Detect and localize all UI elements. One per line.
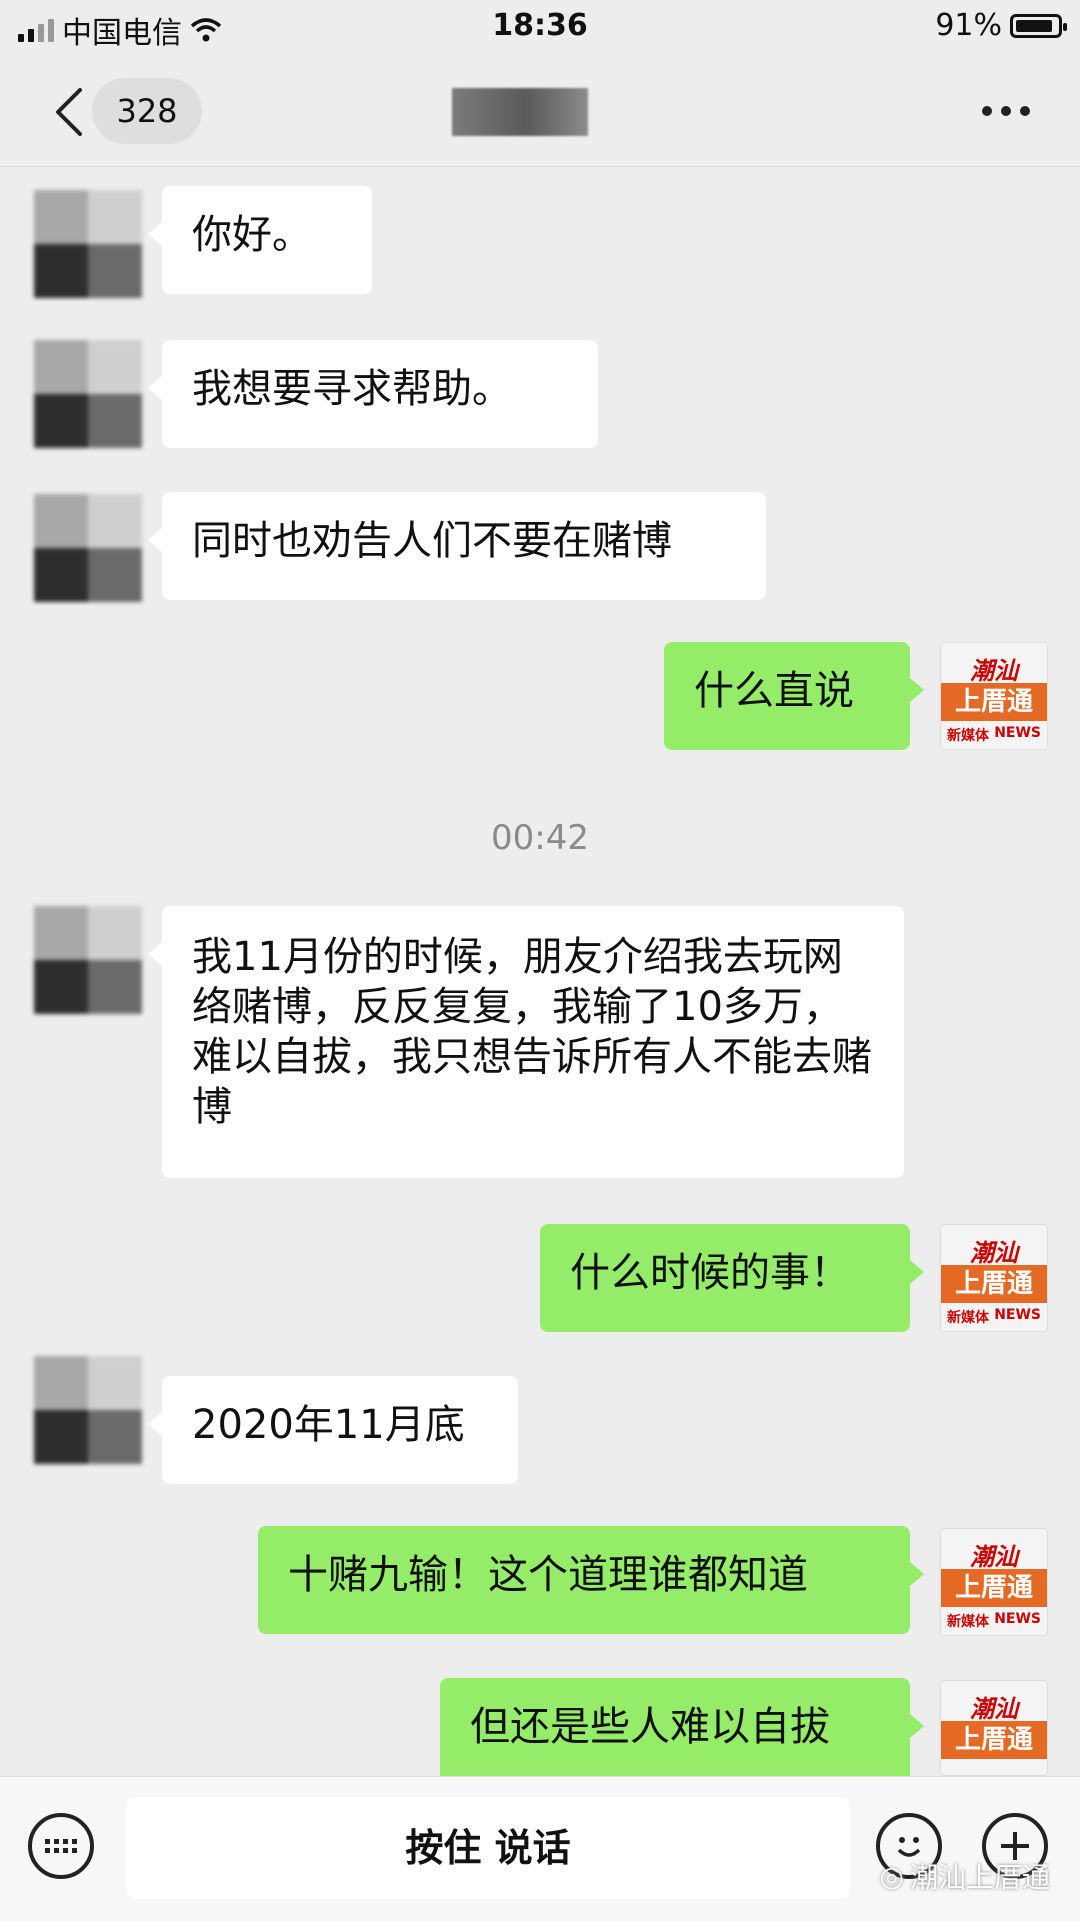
message-bubble-incoming: 2020年11月底 <box>148 1376 518 1484</box>
back-chevron-icon[interactable] <box>48 84 88 140</box>
status-bar: 中国电信 18:36 91% <box>0 0 1080 54</box>
self-avatar-logo[interactable]: 潮汕 上厝通 新媒体 NEWS <box>940 1528 1048 1636</box>
logo-bottom-right: NEWS <box>994 1611 1041 1627</box>
input-bar: 按住 说话 <box>0 1776 1080 1921</box>
logo-middle-text: 上厝通 <box>941 683 1047 721</box>
chat-title-redacted <box>452 88 588 136</box>
battery-percent: 91% <box>935 8 1002 43</box>
self-avatar-logo[interactable]: 潮汕 上厝通 新媒体 NEWS <box>940 1224 1048 1332</box>
logo-top-text: 潮汕 <box>970 1542 1018 1571</box>
message-bubble-outgoing: 但还是些人难以自拔 <box>440 1678 924 1776</box>
logo-middle-text: 上厝通 <box>941 1569 1047 1607</box>
logo-bottom-left: 新媒体 <box>947 1310 989 1326</box>
contact-avatar[interactable] <box>34 494 142 602</box>
contact-avatar[interactable] <box>34 906 142 1014</box>
message-bubble-incoming: 我11月份的时候，朋友介绍我去玩网络赌博，反反复复，我输了10多万，难以自拔，我… <box>148 906 904 1178</box>
logo-middle-text: 上厝通 <box>941 1721 1047 1759</box>
message-timestamp: 00:42 <box>491 818 589 858</box>
chat-header: 328 <box>0 60 1080 167</box>
contact-avatar[interactable] <box>34 340 142 448</box>
logo-bottom-left: 新媒体 <box>947 1614 989 1630</box>
more-options-icon[interactable] <box>982 106 1030 116</box>
message-bubble-outgoing: 什么时候的事！ <box>540 1224 924 1332</box>
watermark: ◎ 潮汕上厝通 <box>880 1856 1050 1896</box>
logo-top-text: 潮汕 <box>970 1694 1018 1723</box>
logo-middle-text: 上厝通 <box>941 1265 1047 1303</box>
contact-avatar[interactable] <box>34 1356 142 1464</box>
hold-to-talk-button[interactable]: 按住 说话 <box>126 1797 850 1899</box>
self-avatar-logo[interactable]: 潮汕 上厝通 <box>940 1680 1048 1776</box>
message-bubble-incoming: 你好。 <box>148 186 372 294</box>
status-right: 91% <box>935 8 1067 43</box>
battery-icon <box>1010 13 1067 38</box>
keyboard-icon[interactable] <box>28 1813 94 1879</box>
logo-bottom-right: NEWS <box>994 725 1041 741</box>
unread-count-badge[interactable]: 328 <box>92 78 202 144</box>
wechat-icon: ◎ <box>879 1859 904 1893</box>
message-bubble-outgoing: 十赌九输！这个道理谁都知道 <box>258 1526 924 1634</box>
logo-bottom-right: NEWS <box>994 1307 1041 1323</box>
status-time: 18:36 <box>492 8 588 43</box>
self-avatar-logo[interactable]: 潮汕 上厝通 新媒体 NEWS <box>940 642 1048 750</box>
logo-top-text: 潮汕 <box>970 656 1018 685</box>
message-bubble-incoming: 同时也劝告人们不要在赌博 <box>148 492 766 600</box>
message-bubble-outgoing: 什么直说 <box>664 642 924 750</box>
watermark-text: 潮汕上厝通 <box>909 1861 1050 1894</box>
logo-top-text: 潮汕 <box>970 1238 1018 1267</box>
battery-fill <box>1016 19 1052 32</box>
message-bubble-incoming: 我想要寻求帮助。 <box>148 340 598 448</box>
logo-bottom-left: 新媒体 <box>947 728 989 744</box>
contact-avatar[interactable] <box>34 190 142 298</box>
